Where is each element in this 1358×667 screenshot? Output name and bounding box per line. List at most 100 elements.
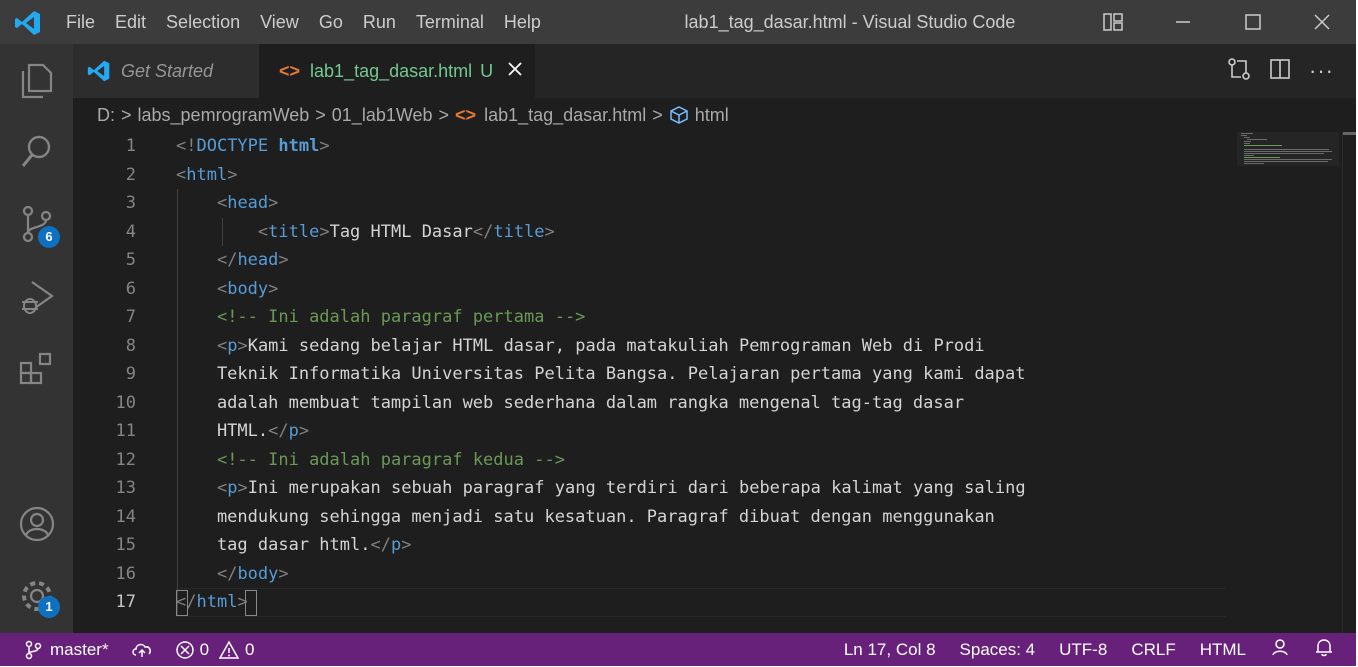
code-token: html <box>278 136 320 156</box>
code-line[interactable]: <html> <box>176 161 237 190</box>
minimap[interactable] <box>1237 132 1342 172</box>
code-token: < <box>216 335 228 356</box>
line-number: 7 <box>125 307 136 327</box>
run-debug-icon[interactable] <box>0 266 73 326</box>
code-token: title <box>493 221 545 242</box>
split-editor-icon[interactable] <box>1269 58 1291 85</box>
tab-get-started[interactable]: Get Started <box>73 44 259 98</box>
line-number: 15 <box>115 535 136 555</box>
code-line[interactable]: <!-- Ini adalah paragraf pertama --> <box>176 303 585 332</box>
cursor-position[interactable]: Ln 17, Col 8 <box>844 640 936 660</box>
code-line[interactable]: <p>Kami sedang belajar HTML dasar, pada … <box>176 332 985 361</box>
vertical-scrollbar[interactable] <box>1342 132 1356 633</box>
menu-view[interactable]: View <box>250 0 309 44</box>
code-line[interactable]: adalah membuat tampilan web sederhana da… <box>176 389 964 418</box>
close-window-button[interactable] <box>1299 0 1345 44</box>
chevron-right-icon: > <box>438 104 450 125</box>
code-line[interactable]: <!-- Ini adalah paragraf kedua --> <box>176 446 565 475</box>
breadcrumb-item[interactable]: lab1_tag_dasar.html <box>484 105 646 126</box>
breadcrumb-item[interactable]: 01_lab1Web <box>332 105 433 126</box>
search-icon[interactable] <box>0 122 73 182</box>
encoding[interactable]: UTF-8 <box>1059 640 1107 660</box>
branch-status[interactable]: master* <box>0 633 109 666</box>
code-line[interactable]: tag dasar html.</p> <box>176 531 412 560</box>
code-token: </ <box>216 563 238 584</box>
code-token: > <box>401 535 412 555</box>
menu-bar: File Edit Selection View Go Run Terminal Help <box>56 0 551 44</box>
code-line[interactable]: <p>Ini merupakan sebuah paragraf yang te… <box>176 474 1026 503</box>
layout-customize-icon[interactable] <box>1090 0 1136 44</box>
end-of-line[interactable]: CRLF <box>1131 640 1175 660</box>
more-actions-icon[interactable]: ··· <box>1309 58 1334 84</box>
code-token: < <box>216 478 228 498</box>
tab-lab1-tag-dasar[interactable]: <> lab1_tag_dasar.html U <box>259 44 535 98</box>
minimize-button[interactable] <box>1160 0 1206 44</box>
code-line[interactable]: HTML.</p> <box>176 417 309 446</box>
line-number: 12 <box>115 449 136 470</box>
language-mode[interactable]: HTML <box>1200 640 1246 660</box>
menu-help[interactable]: Help <box>494 0 551 44</box>
code-token: </ <box>268 421 289 441</box>
code-token: tag dasar html. <box>176 535 371 555</box>
code-line[interactable]: Teknik Informatika Universitas Pelita Ba… <box>176 360 1026 389</box>
menu-go[interactable]: Go <box>309 0 353 44</box>
chevron-right-icon: > <box>121 104 132 125</box>
menu-edit[interactable]: Edit <box>105 0 156 44</box>
source-control-badge: 6 <box>38 226 60 248</box>
code-token: Tag HTML Dasar <box>329 221 473 242</box>
account-icon[interactable] <box>0 494 73 554</box>
code-token: > <box>544 221 555 242</box>
html-file-icon: <> <box>279 60 301 81</box>
code-line[interactable]: </head> <box>176 246 289 275</box>
menu-selection[interactable]: Selection <box>156 0 250 44</box>
problems-status[interactable]: 0 0 <box>175 633 255 666</box>
code-line[interactable]: <!DOCTYPE html> <box>176 132 330 161</box>
feedback-icon[interactable] <box>1270 637 1290 662</box>
code-line[interactable]: <title>Tag HTML Dasar</title> <box>176 218 555 247</box>
breadcrumb-item[interactable]: labs_pemrogramWeb <box>138 105 310 126</box>
open-changes-icon[interactable] <box>1227 57 1251 86</box>
code-token: <!-- Ini adalah paragraf kedua --> <box>216 449 565 470</box>
gear-icon[interactable]: 1 <box>0 566 73 626</box>
code-token: adalah membuat tampilan web sederhana da… <box>176 392 965 413</box>
menu-run[interactable]: Run <box>353 0 406 44</box>
code-token: <!-- Ini adalah paragraf pertama --> <box>216 307 586 327</box>
code-line[interactable]: <body> <box>176 275 278 304</box>
menu-file[interactable]: File <box>56 0 105 44</box>
indentation[interactable]: Spaces: 4 <box>960 640 1036 660</box>
line-number: 14 <box>115 506 136 527</box>
maximize-button[interactable] <box>1230 0 1276 44</box>
menu-terminal[interactable]: Terminal <box>406 0 494 44</box>
line-number: 6 <box>125 278 136 299</box>
activity-bar: 6 1 <box>0 44 73 633</box>
code-token: p <box>227 478 238 498</box>
code-line[interactable]: <head> <box>176 189 278 218</box>
breadcrumb-item[interactable]: D: <box>97 105 115 126</box>
line-number: 4 <box>125 221 136 242</box>
breadcrumb-item[interactable]: html <box>695 105 729 126</box>
title-bar: File Edit Selection View Go Run Terminal Help l… <box>0 0 1356 44</box>
files-icon[interactable] <box>0 50 73 110</box>
sync-icon[interactable] <box>131 633 153 666</box>
extensions-icon[interactable] <box>0 338 73 398</box>
line-number: 11 <box>115 421 136 441</box>
bracket-match-open <box>176 590 188 616</box>
html-file-icon: <> <box>455 104 477 125</box>
close-icon[interactable] <box>507 61 523 82</box>
code-token: > <box>268 278 279 299</box>
code-editor[interactable]: 1 2 3 4 5 6 7 8 9 10 11 12 13 14 15 16 17 <!DOCTYPE html… <box>73 132 1356 633</box>
notifications-bell-icon[interactable] <box>1314 637 1334 662</box>
code-line[interactable]: </body> <box>176 560 289 589</box>
code-token: > <box>237 478 248 498</box>
code-line[interactable]: mendukung sehingga menjadi satu kesatuan… <box>176 503 995 532</box>
vscode-window: File Edit Selection View Go Run Terminal Help l… <box>0 0 1356 666</box>
code-token: < <box>216 278 228 299</box>
line-number: 9 <box>125 364 136 384</box>
source-control-icon[interactable]: 6 <box>0 194 73 254</box>
window-title: lab1_tag_dasar.html - Visual Studio Code <box>684 12 1016 32</box>
